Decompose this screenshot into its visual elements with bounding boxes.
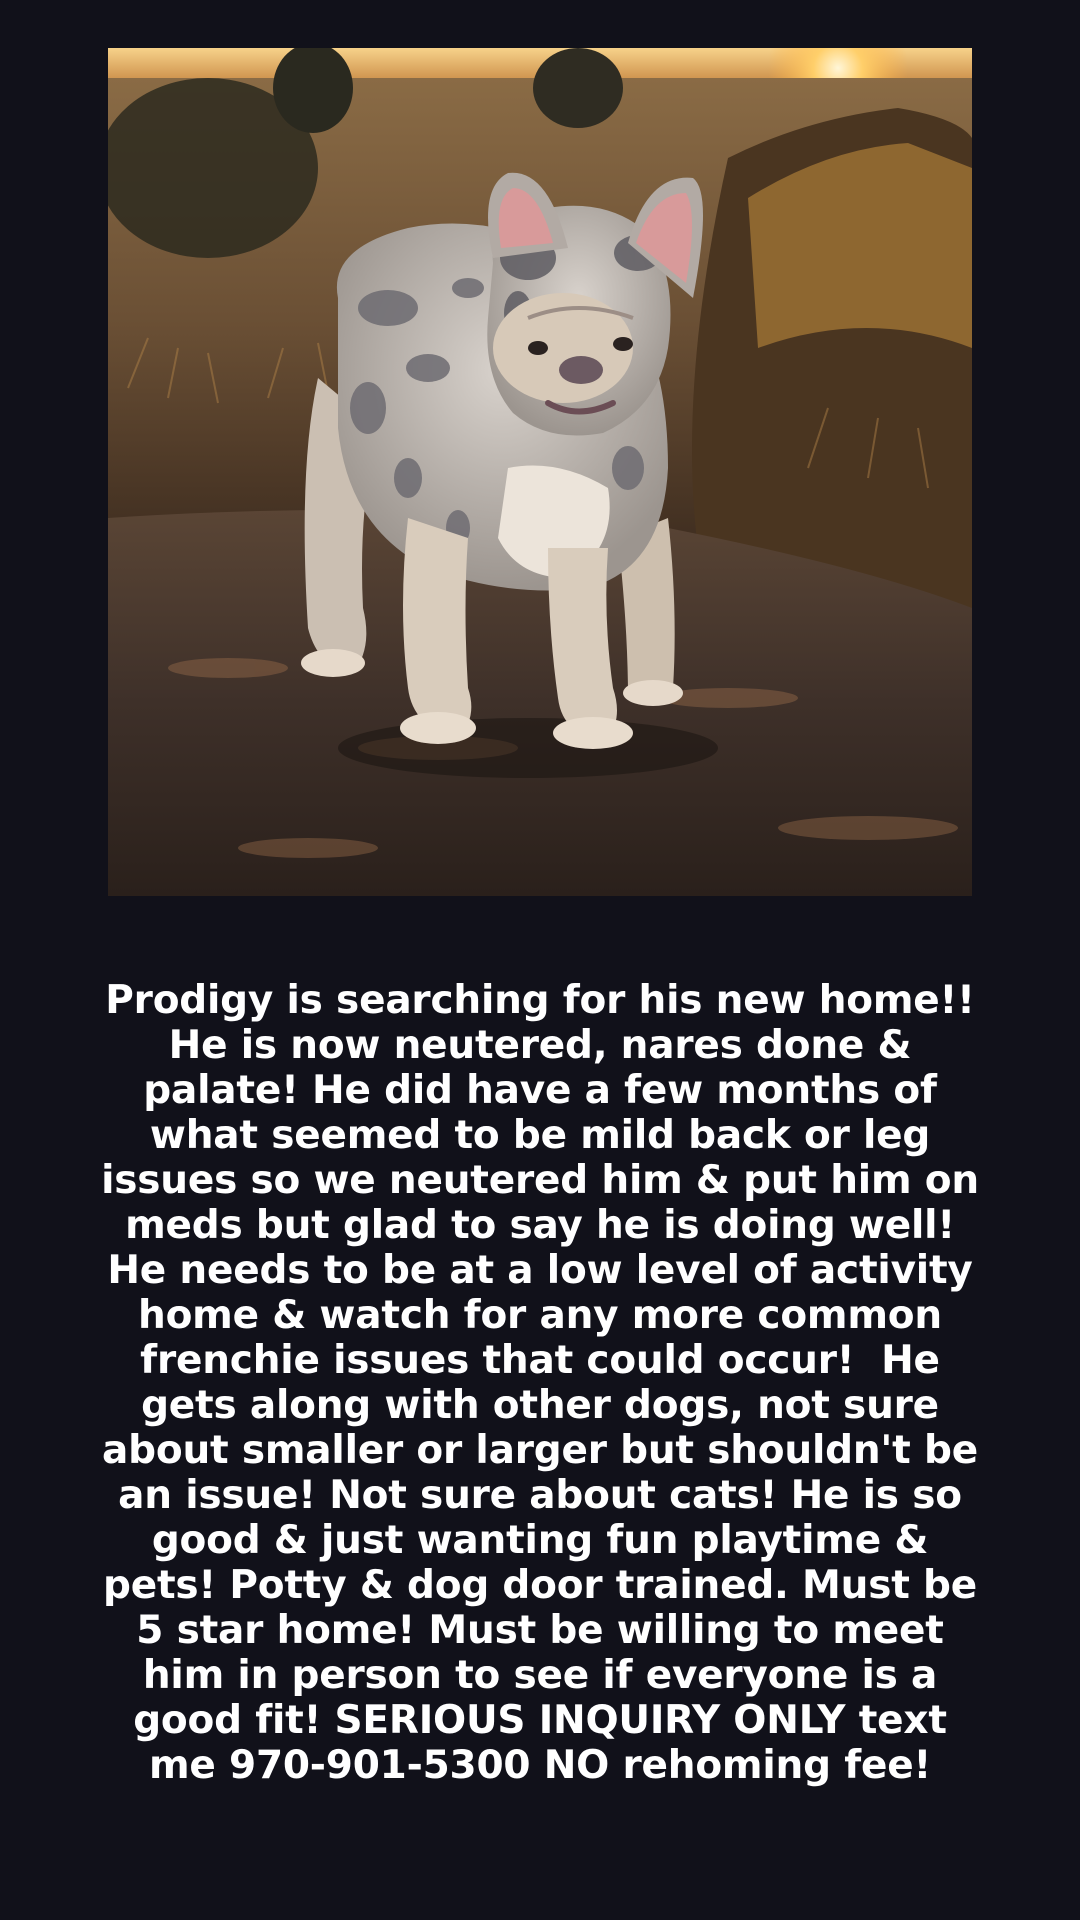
post-caption: Prodigy is searching for his new home!! … <box>101 978 993 1788</box>
dog-photo-illustration <box>108 48 972 896</box>
dog-photo <box>108 48 972 896</box>
